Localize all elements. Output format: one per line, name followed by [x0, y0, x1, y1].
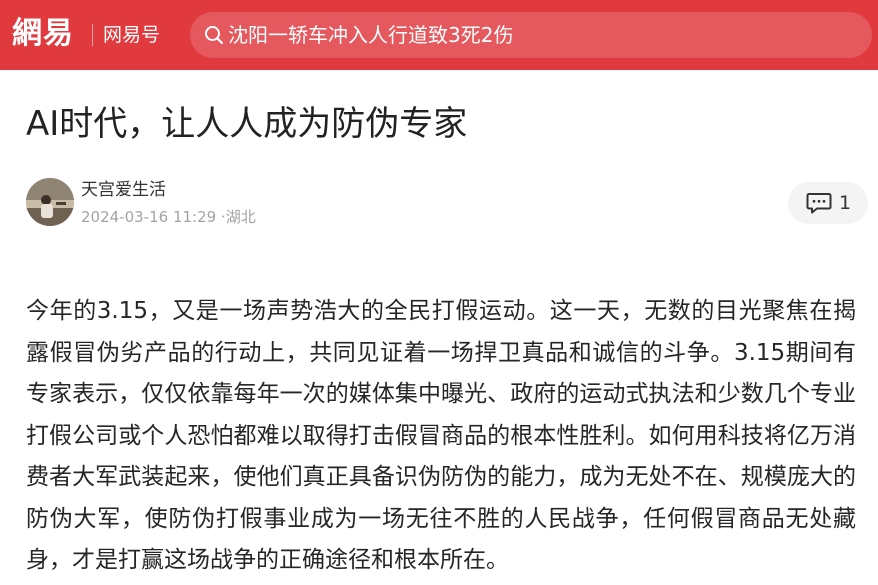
article-title: AI时代，让人人成为防伪专家	[26, 104, 468, 144]
comment-count: 1	[839, 192, 852, 214]
author-avatar[interactable]	[26, 178, 74, 226]
author-name[interactable]: 天宫爱生活	[81, 178, 166, 202]
publish-meta: 2024-03-16 11:29 ·湖北	[81, 208, 256, 226]
channel-label[interactable]: 网易号	[103, 22, 160, 48]
search-query[interactable]: 沈阳一轿车冲入人行道致3死2伤	[228, 22, 513, 48]
netease-logo[interactable]: 網易	[12, 14, 74, 54]
avatar-image	[26, 178, 74, 226]
comment-button[interactable]: 1	[788, 182, 868, 224]
article-body: 今年的3.15，又是一场声势浩大的全民打假运动。这一天，无数的目光聚焦在揭露假冒…	[26, 298, 856, 573]
comment-icon	[806, 193, 832, 214]
logo-divider	[92, 24, 93, 46]
search-icon[interactable]	[204, 25, 224, 45]
top-bar: 網易 网易号 沈阳一轿车冲入人行道致3死2伤	[0, 0, 878, 70]
search-bar[interactable]: 沈阳一轿车冲入人行道致3死2伤	[190, 12, 872, 58]
